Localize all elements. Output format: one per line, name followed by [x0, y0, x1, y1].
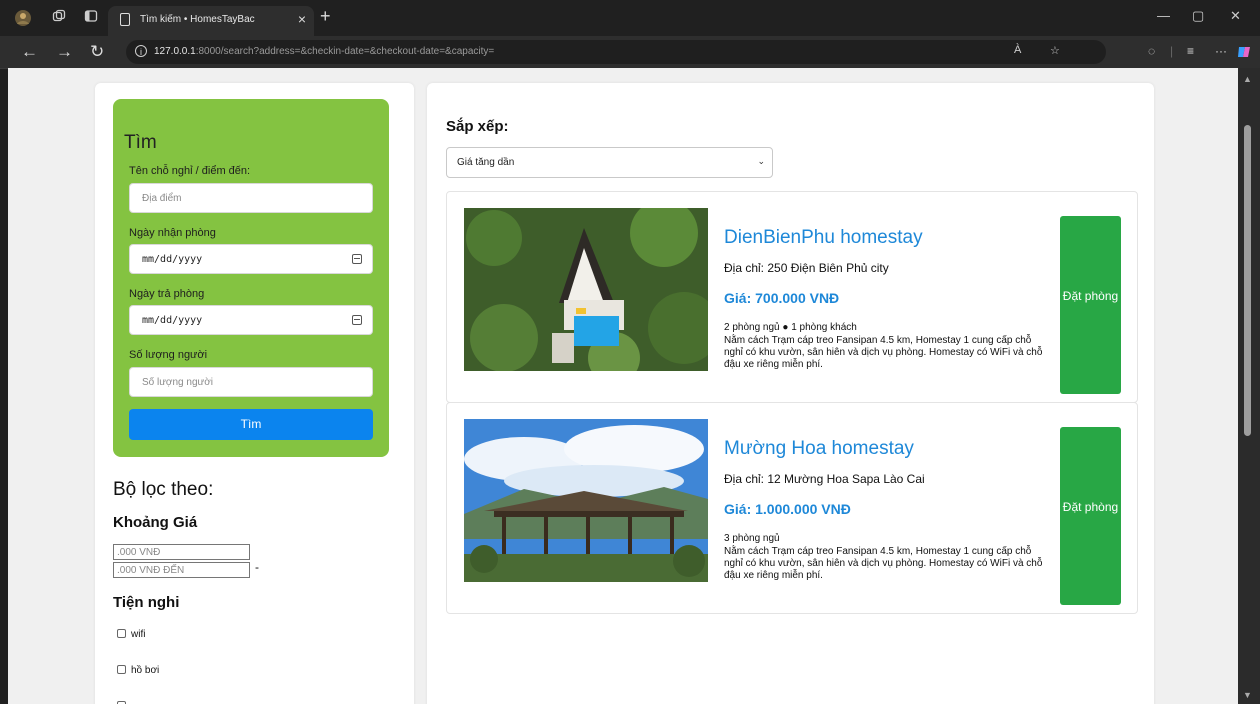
price-to-input[interactable]: .000 VNĐ ĐẾN	[113, 562, 250, 578]
chevron-down-icon: ⌄	[757, 156, 765, 166]
page-viewport: Tìm Tên chỗ nghỉ / điểm đến: Địa điểm Ng…	[8, 68, 1238, 704]
listing-card: Mường Hoa homestay Địa chỉ: 12 Mường Hoa…	[446, 402, 1138, 614]
book-button[interactable]: Đặt phòng	[1060, 427, 1121, 605]
filter-title: Bộ lọc theo:	[113, 479, 214, 500]
listing-photo[interactable]	[464, 208, 708, 371]
destination-label: Tên chỗ nghỉ / điểm đến:	[129, 165, 251, 177]
address-bar[interactable]: i 127.0.0.1:8000/search?address=&checkin…	[126, 40, 1106, 64]
listing-description: Nằm cách Trạm cáp treo Fansipan 4.5 km, …	[724, 546, 1043, 581]
listing-photo[interactable]	[464, 419, 708, 582]
listing-rooms: 3 phòng ngủ	[724, 533, 780, 544]
minimize-icon[interactable]: —	[1157, 8, 1170, 23]
calendar-icon[interactable]	[352, 315, 362, 325]
new-tab-icon[interactable]: +	[320, 6, 331, 27]
sort-title: Sắp xếp:	[446, 118, 509, 135]
favorites-list-icon[interactable]: ≡	[1187, 44, 1194, 58]
capacity-label: Số lượng người	[129, 349, 208, 361]
checkout-label: Ngày trả phòng	[129, 288, 205, 300]
sort-selected-value: Giá tăng dần	[457, 157, 515, 168]
sort-select[interactable]: Giá tăng dần ⌄	[446, 147, 773, 178]
listing-name[interactable]: DienBienPhu homestay	[724, 227, 923, 249]
book-button-label: Đặt phòng	[1062, 289, 1119, 303]
refresh-icon[interactable]: ↻	[90, 42, 104, 62]
book-button-label: Đặt phòng	[1062, 500, 1119, 514]
search-form: Tìm Tên chỗ nghỉ / điểm đến: Địa điểm Ng…	[113, 99, 389, 457]
site-info-icon[interactable]: i	[135, 45, 147, 57]
listing-name[interactable]: Mường Hoa homestay	[724, 438, 914, 460]
price-range-dash: -	[255, 560, 259, 574]
checkin-value: mm/dd/yyyy	[142, 254, 203, 265]
page-scrollbar[interactable]: ▲ ▼	[1238, 68, 1260, 704]
sidebar-card: Tìm Tên chỗ nghỉ / điểm đến: Địa điểm Ng…	[95, 83, 414, 704]
listing-address: Địa chỉ: 12 Mường Hoa Sapa Lào Cai	[724, 472, 925, 486]
scroll-up-icon[interactable]: ▲	[1243, 74, 1252, 84]
book-button[interactable]: Đặt phòng	[1060, 216, 1121, 394]
amenity-pool[interactable]: hồ bơi	[117, 665, 159, 676]
page-icon	[120, 13, 130, 26]
checkin-label: Ngày nhận phòng	[129, 227, 216, 239]
listing-price: Giá: 1.000.000 VNĐ	[724, 501, 851, 517]
extensions-icon[interactable]: ◌	[1148, 44, 1155, 58]
destination-input[interactable]: Địa điểm	[129, 183, 373, 213]
price-from-placeholder: .000 VNĐ	[117, 547, 161, 558]
destination-placeholder: Địa điểm	[142, 193, 182, 204]
workspaces-icon[interactable]	[50, 9, 68, 27]
checkout-value: mm/dd/yyyy	[142, 315, 203, 326]
search-title: Tìm	[124, 132, 157, 153]
listing-address: Địa chỉ: 250 Điện Biên Phủ city	[724, 261, 889, 275]
price-from-input[interactable]: .000 VNĐ	[113, 544, 250, 560]
read-aloud-icon[interactable]: À	[1014, 44, 1021, 56]
profile-icon[interactable]	[14, 9, 32, 27]
tab-title: Tìm kiếm • HomesTayBac	[140, 14, 255, 25]
amenities-title: Tiện nghi	[113, 594, 180, 611]
address-toolbar: ← → ↻ i 127.0.0.1:8000/search?address=&c…	[0, 36, 1260, 69]
favorite-star-icon[interactable]: ☆	[1050, 44, 1060, 57]
active-tab[interactable]: Tìm kiếm • HomesTayBac ×	[108, 6, 314, 36]
scroll-down-icon[interactable]: ▼	[1243, 690, 1252, 700]
url-host: 127.0.0.1	[154, 46, 196, 57]
calendar-icon[interactable]	[352, 254, 362, 264]
amenity-label: hồ bơi	[131, 665, 160, 676]
capacity-placeholder: Số lượng người	[142, 377, 213, 388]
capacity-input[interactable]: Số lượng người	[129, 367, 373, 397]
forward-icon[interactable]: →	[56, 42, 73, 62]
price-range-title: Khoảng Giá	[113, 514, 198, 531]
scrollbar-thumb[interactable]	[1244, 125, 1251, 436]
amenity-checkbox[interactable]	[117, 629, 126, 638]
amenity-checkbox[interactable]	[117, 665, 126, 674]
price-to-placeholder: .000 VNĐ ĐẾN	[117, 565, 185, 576]
more-menu-icon[interactable]: ···	[1215, 44, 1227, 58]
restore-icon[interactable]: ▢	[1192, 8, 1204, 24]
url-text[interactable]: 127.0.0.1:8000/search?address=&checkin-d…	[154, 46, 494, 57]
back-icon[interactable]: ←	[21, 42, 38, 62]
amenity-wifi[interactable]: wifi	[117, 629, 145, 640]
browser-tab-strip: Tìm kiếm • HomesTayBac × + — ▢ ✕	[0, 0, 1260, 36]
listing-card: DienBienPhu homestay Địa chỉ: 250 Điện B…	[446, 191, 1138, 403]
copilot-icon[interactable]	[1236, 44, 1252, 63]
listing-description: Nằm cách Trạm cáp treo Fansipan 4.5 km, …	[724, 335, 1043, 370]
tab-actions-icon[interactable]	[82, 9, 100, 27]
search-button[interactable]: Tìm	[129, 409, 373, 440]
checkout-date-input[interactable]: mm/dd/yyyy	[129, 305, 373, 335]
close-window-icon[interactable]: ✕	[1230, 8, 1241, 24]
listing-price: Giá: 700.000 VNĐ	[724, 290, 840, 306]
toolbar-divider: |	[1170, 44, 1174, 58]
amenity-label: wifi	[131, 629, 146, 640]
checkin-date-input[interactable]: mm/dd/yyyy	[129, 244, 373, 274]
url-path: :8000/search?address=&checkin-date=&chec…	[195, 46, 495, 57]
close-tab-icon[interactable]: ×	[298, 11, 306, 27]
listing-rooms: 2 phòng ngủ ● 1 phòng khách	[724, 322, 857, 333]
results-card: Sắp xếp: Giá tăng dần ⌄ DienBienPhu home…	[427, 83, 1154, 704]
